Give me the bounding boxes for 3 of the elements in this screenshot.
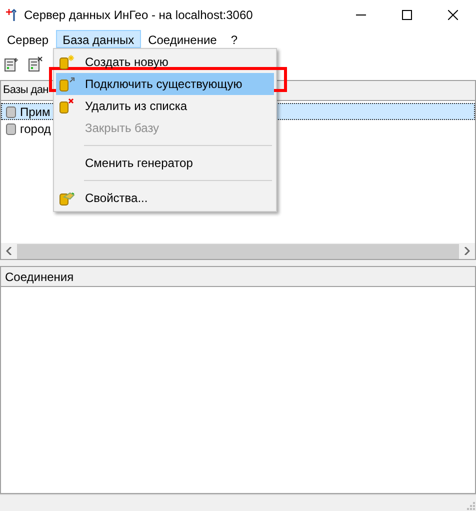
panel-header: Соединения (5, 268, 74, 286)
panel-header: Базы дан (3, 83, 48, 98)
window-title: Сервер данных ИнГео - на localhost:3060 (24, 7, 253, 24)
